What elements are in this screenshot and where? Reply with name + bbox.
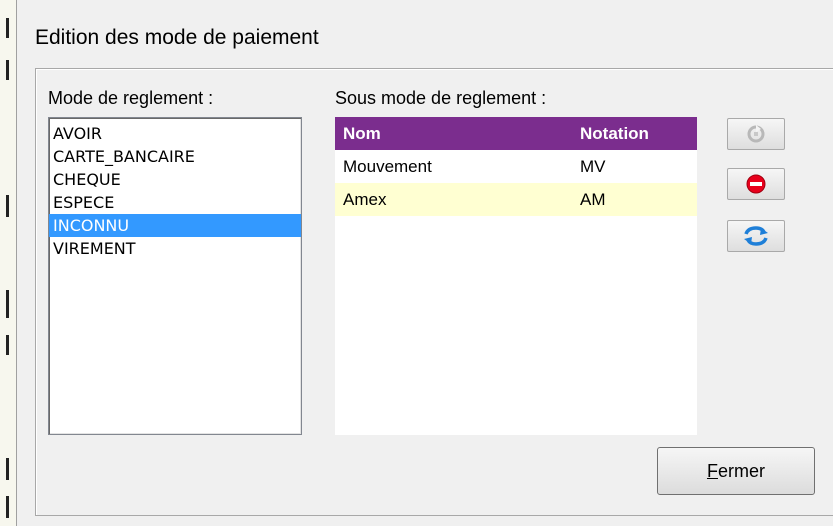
mode-item-cheque[interactable]: CHEQUE — [49, 168, 301, 191]
refresh-icon — [742, 225, 770, 247]
sub-mode-grid[interactable]: Nom Notation Mouvement MV Amex AM — [335, 117, 697, 435]
background-marker — [6, 290, 9, 318]
mode-item-carte-bancaire[interactable]: CARTE_BANCAIRE — [49, 145, 301, 168]
background-marker — [6, 60, 9, 80]
close-button-mnemonic: F — [706, 460, 718, 481]
mode-list-label: Mode de reglement : — [48, 88, 214, 108]
close-button-label: ermer — [717, 460, 765, 481]
payment-mode-dialog: Edition des mode de paiement Mode de reg… — [16, 0, 833, 526]
mode-item-virement[interactable]: VIREMENT — [49, 237, 301, 260]
table-row[interactable]: Mouvement MV — [335, 150, 697, 183]
background-marker — [6, 458, 9, 480]
background-marker — [6, 335, 9, 355]
background-window-strip — [0, 0, 16, 526]
add-icon — [745, 123, 767, 145]
sub-mode-label: Sous mode de reglement : — [335, 88, 547, 108]
cell-notation[interactable]: MV — [577, 150, 697, 183]
column-header-notation[interactable]: Notation — [577, 117, 697, 150]
cell-notation[interactable]: AM — [577, 183, 697, 216]
close-button[interactable]: Fermer — [657, 447, 815, 495]
column-header-nom[interactable]: Nom — [335, 117, 577, 150]
refresh-button[interactable] — [727, 220, 785, 252]
mode-item-espece[interactable]: ESPECE — [49, 191, 301, 214]
grid-header: Nom Notation — [335, 117, 697, 150]
background-marker — [6, 496, 9, 518]
delete-icon — [745, 173, 767, 195]
background-marker — [6, 18, 9, 38]
mode-item-avoir[interactable]: AVOIR — [49, 122, 301, 145]
dialog-title: Edition des mode de paiement — [35, 26, 319, 49]
mode-item-inconnu[interactable]: INCONNU — [49, 214, 301, 237]
add-button[interactable] — [727, 118, 785, 150]
delete-button[interactable] — [727, 168, 785, 200]
cell-nom[interactable]: Amex — [335, 183, 577, 216]
cell-nom[interactable]: Mouvement — [335, 150, 577, 183]
mode-list[interactable]: AVOIR CARTE_BANCAIRE CHEQUE ESPECE INCON… — [48, 117, 302, 435]
background-marker — [6, 195, 9, 217]
table-row[interactable]: Amex AM — [335, 183, 697, 216]
